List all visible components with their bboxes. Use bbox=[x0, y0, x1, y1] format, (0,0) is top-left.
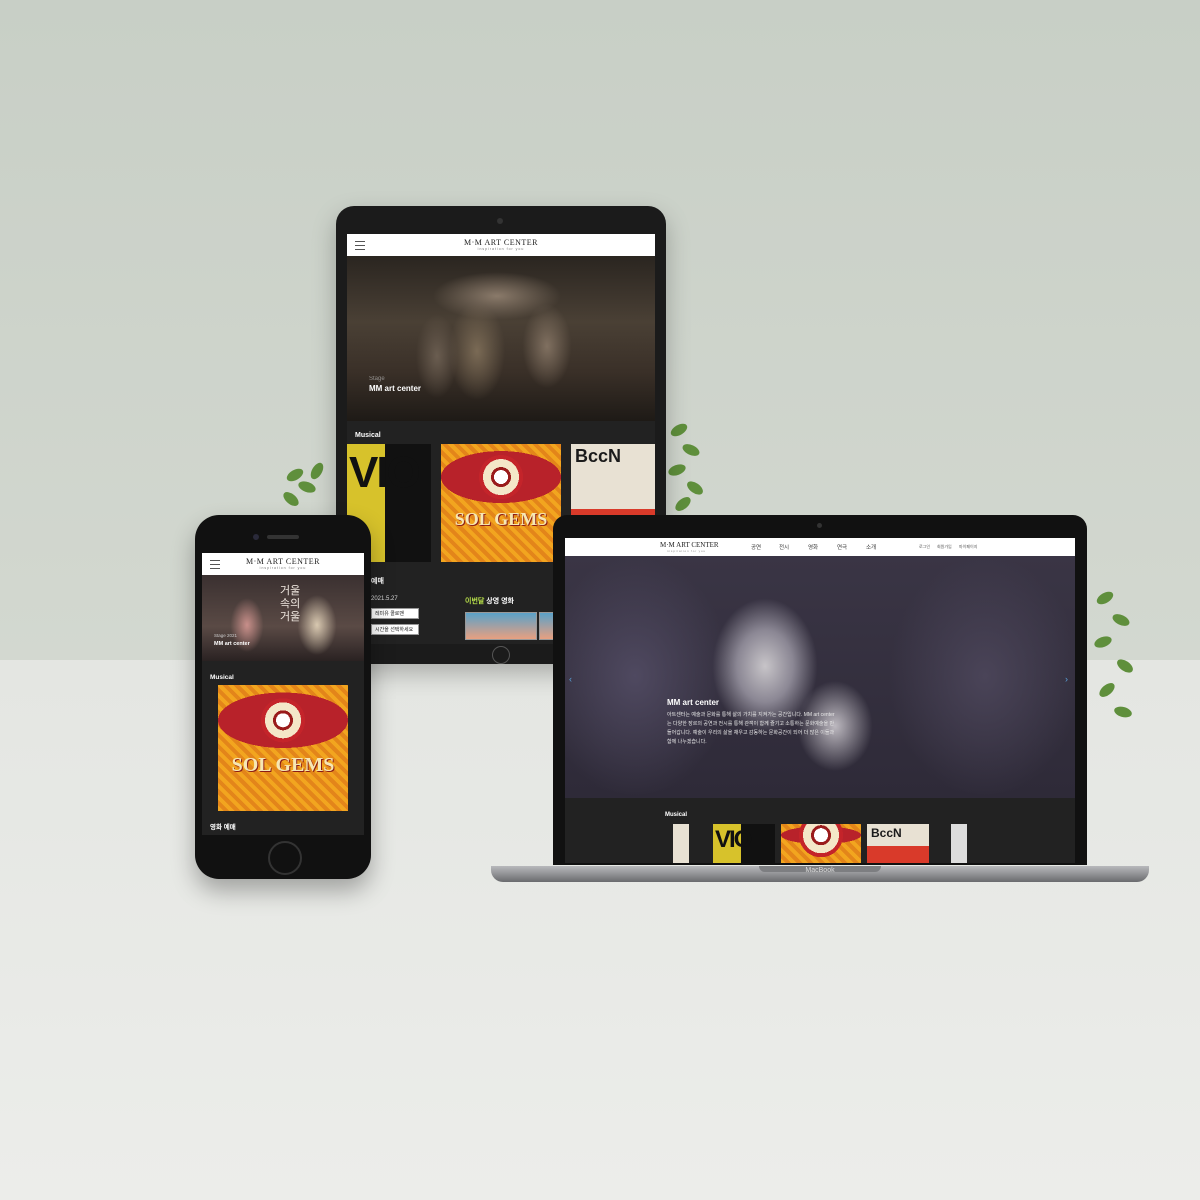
tablet-musical-title: Musical bbox=[355, 432, 381, 439]
site-logo[interactable]: M·M ART CENTER bbox=[347, 238, 655, 247]
laptop-camera bbox=[817, 523, 822, 528]
tablet-hero-image: Stage MM art center bbox=[347, 256, 655, 421]
phone-movie-booking-title: 영화 예매 bbox=[210, 824, 236, 831]
site-logo-tagline: inspiration for you bbox=[477, 247, 525, 251]
phone-camera bbox=[253, 534, 259, 540]
tablet-poster-sol[interactable]: SOL GEMS bbox=[441, 444, 561, 562]
poster-vio-title: VIO bbox=[349, 448, 421, 497]
nav-exhibition[interactable]: 전시 bbox=[779, 543, 789, 551]
laptop-lid: M·M ART CENTER inspiration for you 공연 전시… bbox=[553, 515, 1087, 865]
phone-musical-title: Musical bbox=[210, 674, 234, 681]
phone-hero-poem: 거울 속의 거울 bbox=[280, 585, 301, 623]
desktop-poster-1[interactable] bbox=[673, 824, 689, 863]
tablet-movie-thumb-1[interactable] bbox=[465, 612, 537, 640]
hero-prev-icon[interactable]: ‹ bbox=[569, 674, 572, 684]
desktop-hero-image: ‹ › MM art center 아트센터는 예술과 문화를 통해 삶의 가치… bbox=[565, 556, 1075, 798]
tablet-hero-small: Stage bbox=[369, 376, 385, 382]
hero-next-icon[interactable]: › bbox=[1065, 674, 1068, 684]
mypage-link[interactable]: 마이페이지 bbox=[959, 544, 977, 550]
phone-hero-image: 거울 속의 거울 Stage 2021 MM art center bbox=[202, 575, 364, 661]
poster-sol-title: SOL GEMS bbox=[454, 509, 548, 529]
desktop-poster-5[interactable] bbox=[951, 824, 967, 863]
plant-left bbox=[278, 460, 338, 520]
nav-about[interactable]: 소개 bbox=[866, 543, 876, 551]
poster-sol-title: SOL GEMS bbox=[231, 754, 335, 776]
nav-theater[interactable]: 연극 bbox=[837, 543, 847, 551]
tablet-select-show[interactable]: 레미유 콜로맨 bbox=[371, 608, 419, 619]
tablet-header: M·M ART CENTER inspiration for you bbox=[347, 234, 655, 257]
tablet-home-button[interactable] bbox=[492, 646, 510, 664]
nav-movie[interactable]: 영화 bbox=[808, 543, 818, 551]
signup-link[interactable]: 회원가입 bbox=[937, 544, 952, 550]
tablet-hero-title: MM art center bbox=[369, 384, 422, 393]
poster-vio-title: VIO bbox=[715, 826, 752, 853]
phone-hero-title: MM art center bbox=[214, 641, 250, 647]
phone-speaker bbox=[267, 535, 299, 539]
poster-bcc-title: BccN bbox=[575, 446, 622, 466]
phone-device: M·M ART CENTER inspiration for you 거울 속의… bbox=[195, 515, 371, 879]
desktop-hero-body: 아트센터는 예술과 문화를 통해 삶의 가치를 지켜가는 공간입니다. MM a… bbox=[667, 712, 835, 745]
tablet-booking-date: 2021.5.27 bbox=[371, 596, 398, 602]
phone-hero-small: Stage 2021 bbox=[214, 633, 238, 638]
desktop-header: M·M ART CENTER inspiration for you 공연 전시… bbox=[565, 538, 1075, 556]
poster-bcc-title: BccN bbox=[871, 826, 902, 840]
desktop-poster-sol[interactable] bbox=[781, 824, 861, 863]
site-logo[interactable]: M·M ART CENTER bbox=[202, 557, 364, 566]
desktop-poster-vio[interactable]: VIO bbox=[713, 824, 775, 863]
plant-right bbox=[1088, 585, 1148, 735]
phone-home-button[interactable] bbox=[268, 841, 302, 875]
laptop-screen: M·M ART CENTER inspiration for you 공연 전시… bbox=[565, 538, 1075, 863]
phone-header: M·M ART CENTER inspiration for you bbox=[202, 553, 364, 576]
laptop-brand-label: MacBook bbox=[805, 867, 835, 874]
tablet-this-month-title: 이번달 상영 영화 bbox=[465, 598, 514, 605]
site-logo-tagline: inspiration for you bbox=[667, 549, 706, 553]
login-link[interactable]: 로그인 bbox=[919, 544, 930, 550]
tablet-select-time[interactable]: 시간을 선택하세요 bbox=[371, 624, 419, 635]
phone-poster-sol[interactable]: SOL GEMS bbox=[218, 685, 348, 811]
nav-performance[interactable]: 공연 bbox=[751, 543, 761, 551]
site-logo-tagline: inspiration for you bbox=[259, 566, 307, 570]
tablet-booking-title: 예매 bbox=[371, 578, 384, 585]
tablet-camera bbox=[497, 218, 503, 224]
phone-screen: M·M ART CENTER inspiration for you 거울 속의… bbox=[202, 553, 364, 835]
plant-middle bbox=[660, 415, 720, 515]
site-logo[interactable]: M·M ART CENTER bbox=[660, 541, 719, 549]
desktop-poster-bcc[interactable]: BccN bbox=[867, 824, 929, 863]
desktop-musical-title: Musical bbox=[665, 812, 688, 818]
desktop-hero-title: MM art center bbox=[667, 698, 720, 707]
